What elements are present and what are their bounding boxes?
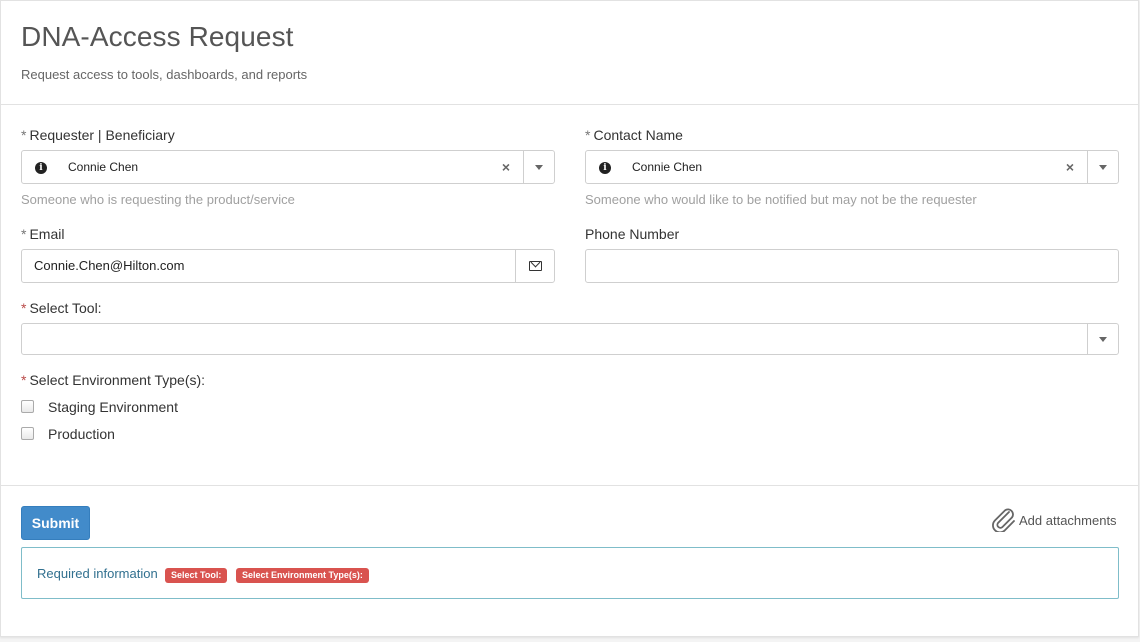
contact-label: * Contact Name [585, 127, 683, 143]
contact-help-text: Someone who would like to be notified bu… [585, 192, 977, 207]
info-circle-icon: i [35, 162, 47, 174]
page-subtitle: Request access to tools, dashboards, and… [21, 67, 308, 82]
email-label-text: Email [29, 226, 65, 242]
requester-label-text: Requester | Beneficiary [29, 127, 175, 143]
production-label: Production [48, 426, 115, 442]
request-form-card: DNA-Access Request Request access to too… [0, 0, 1139, 637]
requester-label: * Requester | Beneficiary [21, 127, 175, 143]
requester-select[interactable]: i Connie Chen × [21, 150, 555, 184]
contact-label-text: Contact Name [593, 127, 683, 143]
required-marker: * [21, 372, 27, 388]
tool-dropdown-toggle[interactable] [1087, 324, 1118, 354]
required-marker: * [21, 127, 27, 143]
email-label: * Email [21, 226, 64, 242]
close-icon[interactable]: × [502, 159, 510, 175]
chevron-down-icon [1099, 165, 1107, 170]
email-value: Connie.Chen@Hilton.com [34, 258, 185, 273]
footer-divider [1, 485, 1138, 486]
status-badge: Select Environment Type(s): [236, 568, 369, 583]
environment-label: * Select Environment Type(s): [21, 372, 205, 388]
requester-dropdown-toggle[interactable] [523, 151, 554, 183]
form-header: DNA-Access Request Request access to too… [1, 1, 1138, 105]
required-marker: * [21, 300, 27, 316]
add-attachments-label: Add attachments [1019, 513, 1117, 528]
envelope-icon [529, 261, 542, 271]
contact-value: Connie Chen [632, 160, 703, 174]
tool-select[interactable] [21, 323, 1119, 355]
required-marker: * [21, 226, 27, 242]
requester-value: Connie Chen [68, 160, 139, 174]
staging-checkbox[interactable] [21, 400, 34, 413]
environment-label-text: Select Environment Type(s): [29, 372, 206, 388]
phone-label: Phone Number [585, 226, 680, 242]
status-badge: Select Tool: [165, 568, 228, 583]
required-info-alert: Required information Select Tool: Select… [21, 547, 1119, 599]
phone-field[interactable] [585, 249, 1119, 283]
production-checkbox[interactable] [21, 427, 34, 440]
paperclip-icon [992, 508, 1015, 532]
contact-dropdown-toggle[interactable] [1087, 151, 1118, 183]
requester-help-text: Someone who is requesting the product/se… [21, 192, 295, 207]
required-marker: * [585, 127, 591, 143]
info-circle-icon: i [599, 162, 611, 174]
email-field[interactable]: Connie.Chen@Hilton.com [21, 249, 555, 283]
staging-label: Staging Environment [48, 399, 178, 415]
page-title: DNA-Access Request [21, 21, 294, 52]
email-addon [515, 250, 554, 282]
chevron-down-icon [535, 165, 543, 170]
tool-label: * Select Tool: [21, 300, 102, 316]
contact-select[interactable]: i Connie Chen × [585, 150, 1119, 184]
alert-text: Required information [37, 566, 158, 581]
chevron-down-icon [1099, 337, 1107, 342]
tool-label-text: Select Tool: [29, 300, 102, 316]
close-icon[interactable]: × [1066, 159, 1074, 175]
submit-button[interactable]: Submit [21, 506, 90, 540]
